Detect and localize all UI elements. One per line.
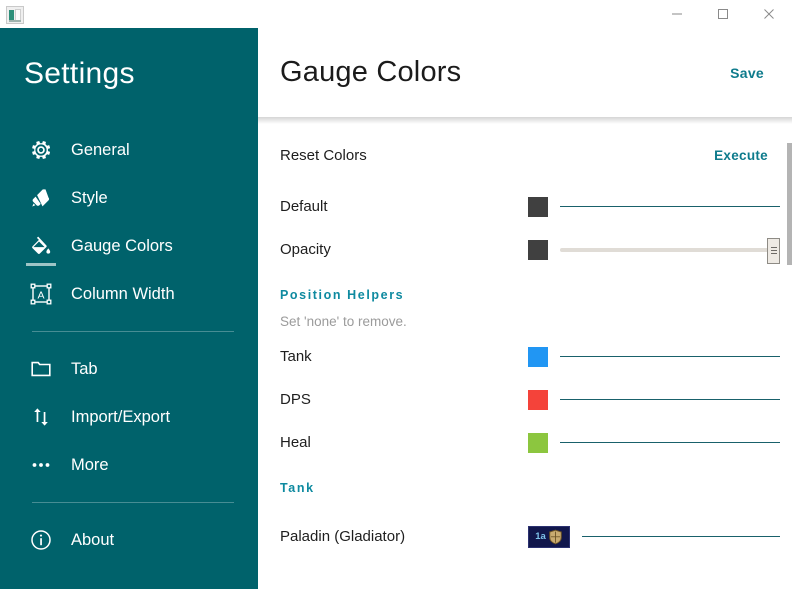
sidebar-item-column-width[interactable]: A Column Width	[0, 270, 258, 318]
field-underline	[560, 442, 780, 443]
svg-text:A: A	[37, 289, 44, 301]
settings-list: Reset Colors Execute Default Opacity Pos…	[258, 118, 792, 589]
sidebar-item-about[interactable]: About	[0, 516, 258, 564]
execute-button[interactable]: Execute	[714, 148, 768, 163]
sidebar-item-label: Tab	[71, 359, 98, 378]
field-underline	[560, 356, 780, 357]
save-button[interactable]: Save	[730, 65, 764, 81]
row-label: Reset Colors	[280, 147, 367, 164]
sidebar-item-more[interactable]: More	[0, 441, 258, 489]
field-underline	[582, 536, 780, 537]
sidebar-item-gauge-colors[interactable]: Gauge Colors	[0, 222, 258, 270]
sidebar-item-style[interactable]: Style	[0, 174, 258, 222]
slider-thumb[interactable]	[767, 237, 780, 264]
main-panel: Gauge Colors Save Reset Colors Execute D…	[258, 28, 792, 589]
row-control: 1a	[528, 525, 780, 548]
field-underline	[560, 206, 780, 207]
sidebar-item-label: General	[71, 140, 130, 159]
main-title: Gauge Colors	[280, 56, 462, 88]
gear-icon	[24, 133, 58, 167]
row-control	[528, 389, 780, 410]
color-swatch-opacity[interactable]	[528, 239, 548, 260]
slider-track	[560, 247, 780, 252]
row-control	[528, 432, 780, 453]
chip-label: 1a	[535, 530, 546, 542]
info-icon	[24, 523, 58, 557]
arrows-updown-icon	[24, 400, 58, 434]
row-control	[528, 237, 780, 264]
sidebar-item-label: Import/Export	[71, 407, 171, 426]
minimize-icon	[672, 13, 682, 15]
row-paladin-gladiator[interactable]: Paladin (Gladiator) 1a	[258, 515, 792, 558]
color-swatch-default[interactable]	[528, 196, 548, 217]
row-label: Tank	[280, 348, 312, 365]
sidebar-item-label: Column Width	[71, 284, 175, 303]
paint-bucket-icon	[24, 229, 58, 266]
row-label: Default	[280, 198, 328, 215]
folder-icon	[24, 352, 58, 386]
row-label: DPS	[280, 391, 311, 408]
row-label: Opacity	[280, 241, 331, 258]
scrollbar-thumb[interactable]	[787, 143, 792, 265]
text-box-icon: A	[24, 277, 58, 311]
section-header-tank: Tank	[280, 481, 315, 495]
sidebar-item-tab[interactable]: Tab	[0, 345, 258, 393]
page-title: Settings	[24, 57, 135, 90]
sidebar-divider	[32, 502, 234, 503]
sidebar-item-label: Gauge Colors	[71, 236, 173, 255]
row-tank-helper[interactable]: Tank	[258, 335, 792, 378]
sidebar-nav: General Style Gauge Colors A Column Widt…	[0, 126, 258, 564]
sidebar-item-label: Style	[71, 188, 108, 207]
sidebar-item-label: More	[71, 455, 109, 474]
minimize-button[interactable]	[654, 0, 700, 28]
row-reset-colors[interactable]: Reset Colors Execute	[258, 134, 792, 177]
color-swatch-dps[interactable]	[528, 389, 548, 410]
row-control	[528, 196, 780, 217]
color-swatch-tank[interactable]	[528, 346, 548, 367]
vertical-scrollbar[interactable]	[786, 118, 792, 589]
close-icon	[764, 9, 774, 19]
job-icon-swatch-paladin[interactable]: 1a	[528, 525, 570, 548]
sidebar-divider	[32, 331, 234, 332]
shield-icon	[548, 529, 562, 544]
sidebar: Settings General Style Gauge Colors A Co…	[0, 28, 258, 589]
row-default[interactable]: Default	[258, 185, 792, 228]
section-header-position-helpers: Position Helpers	[280, 288, 405, 302]
section-hint: Set 'none' to remove.	[280, 314, 407, 329]
sidebar-item-import-export[interactable]: Import/Export	[0, 393, 258, 441]
row-label: Heal	[280, 434, 311, 451]
row-label: Paladin (Gladiator)	[280, 528, 406, 545]
ellipsis-icon	[24, 448, 58, 482]
row-heal-helper[interactable]: Heal	[258, 421, 792, 464]
row-dps-helper[interactable]: DPS	[258, 378, 792, 421]
opacity-slider[interactable]	[560, 237, 780, 264]
color-swatch-heal[interactable]	[528, 432, 548, 453]
row-opacity[interactable]: Opacity	[258, 228, 792, 271]
close-button[interactable]	[746, 0, 792, 28]
header-divider	[258, 117, 792, 124]
maximize-icon	[718, 9, 728, 19]
window-controls	[654, 0, 792, 28]
sidebar-item-label: About	[71, 530, 115, 549]
row-control	[528, 346, 780, 367]
app-icon	[6, 5, 24, 24]
palette-icon	[24, 181, 58, 215]
maximize-button[interactable]	[700, 0, 746, 28]
sidebar-item-general[interactable]: General	[0, 126, 258, 174]
window-titlebar	[0, 0, 792, 28]
field-underline	[560, 399, 780, 400]
main-header: Gauge Colors Save	[258, 28, 792, 117]
